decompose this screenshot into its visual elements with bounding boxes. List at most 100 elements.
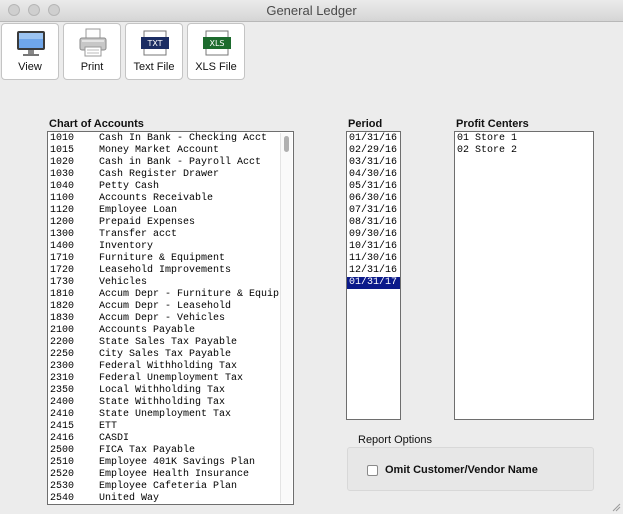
- account-row[interactable]: 1400 Inventory: [48, 241, 293, 253]
- xls-file-icon: XLS: [203, 30, 231, 56]
- account-name: State Unemployment Tax: [99, 409, 232, 420]
- profit-center-row[interactable]: 02 Store 2: [455, 145, 593, 157]
- account-row[interactable]: 2100 Accounts Payable: [48, 325, 293, 337]
- period-row[interactable]: 09/30/16: [347, 229, 400, 241]
- period-row[interactable]: 02/29/16: [347, 145, 400, 157]
- account-row[interactable]: 1010 Cash In Bank - Checking Acct: [48, 133, 293, 145]
- account-name: FICA Tax Payable: [99, 445, 196, 456]
- account-row[interactable]: 1100 Accounts Receivable: [48, 193, 293, 205]
- account-code: 1810: [50, 289, 75, 300]
- account-code: 2416: [50, 433, 75, 444]
- account-name: Petty Cash: [99, 181, 160, 192]
- period-row[interactable]: 08/31/16: [347, 217, 400, 229]
- account-row[interactable]: 1020 Cash in Bank - Payroll Acct: [48, 157, 293, 169]
- account-code: 1040: [50, 181, 75, 192]
- account-code: 1010: [50, 133, 75, 144]
- account-code: 1710: [50, 253, 75, 264]
- account-name: Cash In Bank - Checking Acct: [99, 133, 268, 144]
- view-button[interactable]: View: [1, 23, 59, 80]
- period-row[interactable]: 03/31/16: [347, 157, 400, 169]
- account-name: ETT: [99, 421, 118, 432]
- account-row[interactable]: 2500 FICA Tax Payable: [48, 445, 293, 457]
- account-code: 2350: [50, 385, 75, 396]
- period-row[interactable]: 10/31/16: [347, 241, 400, 253]
- chart-of-accounts-list[interactable]: 1010 Cash In Bank - Checking Acct 1015 Mone…: [47, 131, 294, 505]
- account-row[interactable]: 2200 State Sales Tax Payable: [48, 337, 293, 349]
- account-row[interactable]: 2520 Employee Health Insurance: [48, 469, 293, 481]
- account-code: 2400: [50, 397, 75, 408]
- account-name: Accum Depr - Leasehold: [99, 301, 232, 312]
- period-row[interactable]: 01/31/16: [347, 133, 400, 145]
- period-row[interactable]: 06/30/16: [347, 193, 400, 205]
- account-row[interactable]: 2310 Federal Unemployment Tax: [48, 373, 293, 385]
- account-row[interactable]: 2416 CASDI: [48, 433, 293, 445]
- account-code: 2310: [50, 373, 75, 384]
- account-row[interactable]: 1830 Accum Depr - Vehicles: [48, 313, 293, 325]
- account-row[interactable]: 1200 Prepaid Expenses: [48, 217, 293, 229]
- account-name: Accounts Receivable: [99, 193, 214, 204]
- title-bar: General Ledger: [0, 0, 623, 22]
- account-row[interactable]: 2350 Local Withholding Tax: [48, 385, 293, 397]
- accounts-scroll-thumb[interactable]: [284, 136, 289, 152]
- account-row[interactable]: 1030 Cash Register Drawer: [48, 169, 293, 181]
- period-row[interactable]: 11/30/16: [347, 253, 400, 265]
- report-options-label: Report Options: [358, 434, 432, 446]
- period-rows: 01/31/16 02/29/16 03/31/16 04/30/16 05/31/16…: [347, 133, 400, 289]
- account-code: 1200: [50, 217, 75, 228]
- account-row[interactable]: 2530 Employee Cafeteria Plan: [48, 481, 293, 493]
- account-name: Accounts Payable: [99, 325, 196, 336]
- account-row[interactable]: 1820 Accum Depr - Leasehold: [48, 301, 293, 313]
- account-row[interactable]: 1720 Leasehold Improvements: [48, 265, 293, 277]
- period-row[interactable]: 12/31/16: [347, 265, 400, 277]
- account-name: Employee Health Insurance: [99, 469, 250, 480]
- account-row[interactable]: 1300 Transfer acct: [48, 229, 293, 241]
- profit-centers-list[interactable]: 01 Store 1 02 Store 2: [454, 131, 594, 420]
- account-code: 1030: [50, 169, 75, 180]
- xls-file-button-label: XLS File: [195, 61, 237, 73]
- account-row[interactable]: 1015 Money Market Account: [48, 145, 293, 157]
- account-row[interactable]: 1710 Furniture & Equipment: [48, 253, 293, 265]
- account-row[interactable]: 1040 Petty Cash: [48, 181, 293, 193]
- account-code: 2300: [50, 361, 75, 372]
- xls-file-button[interactable]: XLS XLS File: [187, 23, 245, 80]
- period-row[interactable]: 07/31/16: [347, 205, 400, 217]
- resize-grip-icon[interactable]: [611, 502, 621, 512]
- period-label: Period: [348, 118, 383, 130]
- account-code: 2520: [50, 469, 75, 480]
- txt-badge: TXT: [146, 39, 162, 48]
- account-code: 2250: [50, 349, 75, 360]
- period-row[interactable]: 04/30/16: [347, 169, 400, 181]
- account-code: 1300: [50, 229, 75, 240]
- account-name: Furniture & Equipment: [99, 253, 226, 264]
- account-name: Vehicles: [99, 277, 148, 288]
- account-row[interactable]: 2250 City Sales Tax Payable: [48, 349, 293, 361]
- account-code: 1720: [50, 265, 75, 276]
- omit-customer-vendor-label[interactable]: Omit Customer/Vendor Name: [385, 464, 538, 476]
- print-button[interactable]: Print: [63, 23, 121, 80]
- account-code: 1730: [50, 277, 75, 288]
- period-row[interactable]: 05/31/16: [347, 181, 400, 193]
- account-row[interactable]: 2540 United Way: [48, 493, 293, 504]
- account-name: Employee 401K Savings Plan: [99, 457, 256, 468]
- account-row[interactable]: 2510 Employee 401K Savings Plan: [48, 457, 293, 469]
- accounts-scrollbar[interactable]: [280, 133, 292, 503]
- account-name: Federal Unemployment Tax: [99, 373, 244, 384]
- account-row[interactable]: 2300 Federal Withholding Tax: [48, 361, 293, 373]
- text-file-button[interactable]: TXT Text File: [125, 23, 183, 80]
- account-code: 1820: [50, 301, 75, 312]
- account-row[interactable]: 2400 State Withholding Tax: [48, 397, 293, 409]
- window-title: General Ledger: [266, 3, 357, 18]
- account-row[interactable]: 1810 Accum Depr - Furniture & Equip: [48, 289, 293, 301]
- account-row[interactable]: 2415 ETT: [48, 421, 293, 433]
- account-code: 1120: [50, 205, 75, 216]
- profit-center-row[interactable]: 01 Store 1: [455, 133, 593, 145]
- account-code: 2500: [50, 445, 75, 456]
- account-row[interactable]: 1730 Vehicles: [48, 277, 293, 289]
- period-list[interactable]: 01/31/16 02/29/16 03/31/16 04/30/16 05/31/16…: [346, 131, 401, 420]
- account-row[interactable]: 1120 Employee Loan: [48, 205, 293, 217]
- account-name: Leasehold Improvements: [99, 265, 232, 276]
- period-row-selected[interactable]: 01/31/17: [347, 277, 400, 289]
- omit-customer-vendor-checkbox[interactable]: [367, 465, 378, 476]
- account-name: Accum Depr - Furniture & Equip: [99, 289, 280, 300]
- account-row[interactable]: 2410 State Unemployment Tax: [48, 409, 293, 421]
